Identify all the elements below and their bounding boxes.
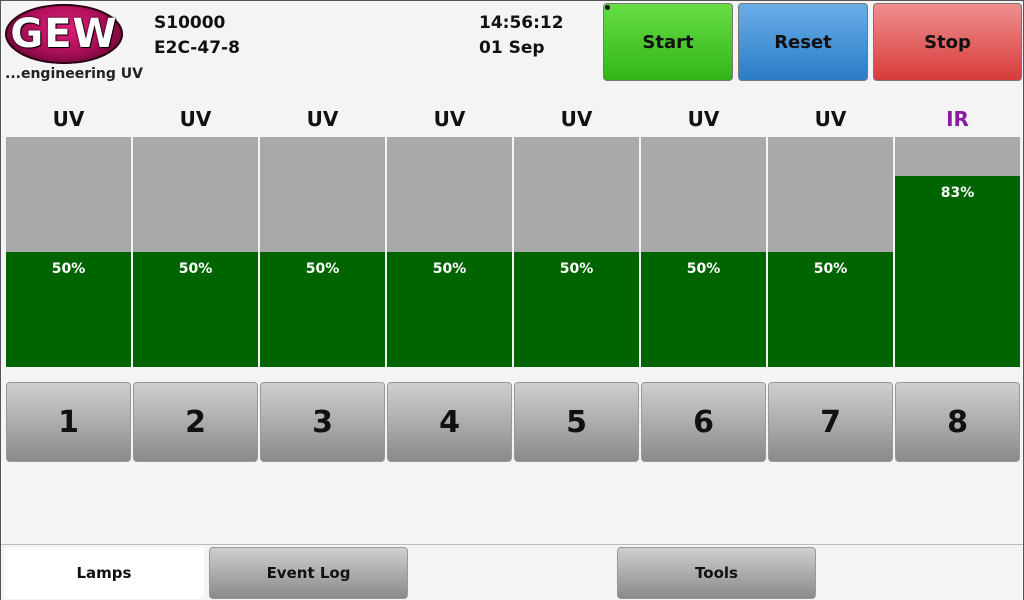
lamp-power-fill: 50% — [514, 252, 639, 367]
lamp-button-6[interactable]: 6 — [641, 382, 766, 462]
lamp-power-percent: 50% — [813, 261, 848, 277]
lamp-type-label: UV — [433, 107, 466, 131]
stop-button[interactable]: Stop — [873, 3, 1022, 81]
lamp-power-bar: 50% — [768, 137, 893, 367]
lamp-button-3[interactable]: 3 — [260, 382, 385, 462]
lamp-button-5[interactable]: 5 — [514, 382, 639, 462]
logo-badge: GEW — [5, 4, 123, 64]
tab-lamps[interactable]: Lamps — [4, 547, 204, 599]
lamp-power-bar: 50% — [260, 137, 385, 367]
lamp-column-4: UV 50% 4 — [387, 105, 512, 465]
lamp-power-percent: 50% — [51, 261, 86, 277]
tab-tools[interactable]: Tools — [617, 547, 816, 599]
lamp-power-fill: 83% — [895, 176, 1020, 367]
lamp-power-fill: 50% — [387, 252, 512, 367]
clock-date: 01 Sep — [479, 38, 545, 58]
lamp-type-label: IR — [946, 107, 969, 131]
lamp-type-label: UV — [306, 107, 339, 131]
lamp-power-percent: 50% — [432, 261, 467, 277]
lamp-type-label: UV — [687, 107, 720, 131]
lamp-button-7[interactable]: 7 — [768, 382, 893, 462]
lamp-column-7: UV 50% 7 — [768, 105, 893, 465]
status-indicator-dot — [605, 5, 610, 10]
lamp-column-1: UV 50% 1 — [6, 105, 131, 465]
lamp-power-bar: 50% — [514, 137, 639, 367]
system-model: E2C-47-8 — [154, 38, 240, 58]
clock-time: 14:56:12 — [479, 13, 564, 33]
lamp-power-bar: 50% — [641, 137, 766, 367]
lamp-button-2[interactable]: 2 — [133, 382, 258, 462]
lamp-panel: UV 50% 1 UV 50% 2 UV 50% 3 UV 50% 4 UV 5… — [6, 105, 1020, 465]
lamp-column-5: UV 50% 5 — [514, 105, 639, 465]
lamp-column-2: UV 50% 2 — [133, 105, 258, 465]
tab-event-log[interactable]: Event Log — [209, 547, 408, 599]
reset-button[interactable]: Reset — [738, 3, 868, 81]
lamp-power-bar: 50% — [133, 137, 258, 367]
lamp-power-bar: 83% — [895, 137, 1020, 367]
lamp-type-label: UV — [560, 107, 593, 131]
lamp-power-bar: 50% — [6, 137, 131, 367]
lamp-button-8[interactable]: 8 — [895, 382, 1020, 462]
lamp-type-label: UV — [179, 107, 212, 131]
start-button[interactable]: Start — [603, 3, 733, 81]
lamp-type-label: UV — [814, 107, 847, 131]
clock: 14:56:12 01 Sep — [479, 11, 564, 61]
lamp-button-4[interactable]: 4 — [387, 382, 512, 462]
lamp-power-fill: 50% — [133, 252, 258, 367]
lamp-button-1[interactable]: 1 — [6, 382, 131, 462]
lamp-column-3: UV 50% 3 — [260, 105, 385, 465]
lamp-power-percent: 50% — [559, 261, 594, 277]
logo-text: GEW — [10, 11, 118, 57]
gew-logo: GEW ...engineering UV — [5, 4, 143, 84]
lamp-power-bar: 50% — [387, 137, 512, 367]
lamp-type-label: UV — [52, 107, 85, 131]
lamp-power-fill: 50% — [641, 252, 766, 367]
bottom-tab-bar: Lamps Event Log Tools — [1, 544, 1023, 600]
system-info: S10000 E2C-47-8 — [154, 11, 240, 61]
lamp-power-fill: 50% — [6, 252, 131, 367]
system-id: S10000 — [154, 13, 226, 33]
lamp-power-percent: 83% — [940, 185, 975, 202]
lamp-column-6: UV 50% 6 — [641, 105, 766, 465]
lamp-power-percent: 50% — [178, 261, 213, 277]
lamp-power-fill: 50% — [768, 252, 893, 367]
lamp-power-percent: 50% — [686, 261, 721, 277]
logo-tagline: ...engineering UV — [5, 66, 143, 82]
lamp-power-fill: 50% — [260, 252, 385, 367]
lamp-column-8: IR 83% 8 — [895, 105, 1020, 465]
lamp-power-percent: 50% — [305, 261, 340, 277]
